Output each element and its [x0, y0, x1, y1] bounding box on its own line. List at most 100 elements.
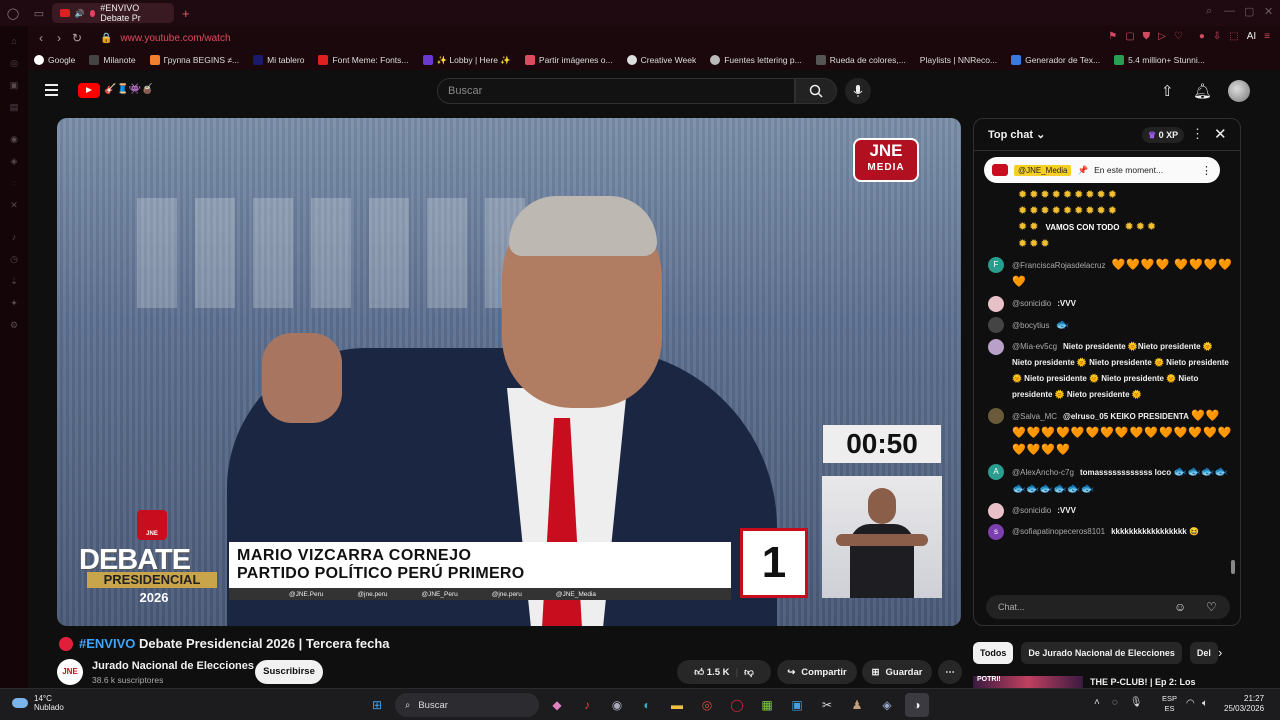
- url-field[interactable]: 🔒 www.youtube.com/watch: [100, 33, 231, 44]
- chat-author[interactable]: @Mia-ev5cg: [1012, 342, 1057, 351]
- language-indicator[interactable]: ESP ES: [1162, 694, 1177, 714]
- chat-author[interactable]: @sonicidio: [1012, 506, 1051, 515]
- game-icon[interactable]: ♟: [845, 693, 869, 717]
- copilot-icon[interactable]: ◆: [545, 693, 569, 717]
- emoji-picker-icon[interactable]: ☺: [1174, 600, 1186, 614]
- chat-message[interactable]: @Mia-ev5cg Nieto presidente 🌞Nieto presid…: [988, 339, 1234, 403]
- sidebar-ai-icon[interactable]: ◎: [0, 52, 28, 74]
- chat-message[interactable]: @sonicidio:VVV: [988, 503, 1234, 519]
- windows-start-icon[interactable]: ⊞: [365, 693, 389, 717]
- video-player[interactable]: JNE MEDIA 00:50 JNE DEBATE PRESIDENCIAL 2…: [57, 118, 961, 626]
- spreadsheet-icon[interactable]: ▦: [755, 693, 779, 717]
- xp-badge[interactable]: ♛ 0 XP: [1142, 127, 1185, 143]
- taskbar-search[interactable]: ⌕ Buscar: [395, 693, 539, 717]
- sidebar-discord-icon[interactable]: ◈: [0, 150, 28, 172]
- heart-icon[interactable]: ♡: [1174, 31, 1183, 42]
- chrome-icon[interactable]: ◎: [695, 693, 719, 717]
- chat-message[interactable]: @Salva_MC @elruso_05 KEIKO PRESIDENTA 🧡🧡🧡…: [988, 408, 1234, 459]
- opera-icon[interactable]: ◯: [725, 693, 749, 717]
- youtube-doodle[interactable]: 🎸🧵👾🧉: [104, 84, 154, 95]
- shield-icon[interactable]: ⛊: [1143, 31, 1151, 42]
- chat-author[interactable]: @bocytius: [1012, 321, 1049, 330]
- sidebar-history-icon[interactable]: ◷: [0, 248, 28, 270]
- photos-icon[interactable]: ▣: [785, 693, 809, 717]
- chip-related[interactable]: Del: [1189, 642, 1218, 664]
- chat-message[interactable]: s @sofiapatinopeceros8101 kkkkkkkkkkkkkkk…: [988, 524, 1234, 540]
- bookmark-item[interactable]: Playlists | NNReco...: [920, 55, 997, 65]
- chat-author[interactable]: @sonicidio: [1012, 299, 1051, 308]
- sidebar-downloads-icon[interactable]: ⇣: [0, 270, 28, 292]
- maximize-icon[interactable]: ▢: [1244, 5, 1254, 18]
- profile-icon[interactable]: ●: [1199, 31, 1205, 42]
- chat-author[interactable]: @Salva_MC: [1012, 412, 1057, 421]
- wifi-icon[interactable]: ◠: [1186, 698, 1195, 709]
- sidebar-music-icon[interactable]: ♪: [0, 226, 28, 248]
- tray-app-icon[interactable]: ◌: [1112, 697, 1118, 708]
- chip-channel[interactable]: De Jurado Nacional de Elecciones: [1021, 642, 1182, 664]
- workspaces-icon[interactable]: ▭: [26, 0, 52, 26]
- file-explorer-icon[interactable]: ▬: [665, 693, 689, 717]
- bookmark-icon[interactable]: ⚑: [1108, 31, 1117, 42]
- chat-mode-dropdown[interactable]: Top chat ⌄: [988, 128, 1045, 141]
- snapshot-icon[interactable]: ▢: [1125, 31, 1134, 42]
- menu-icon[interactable]: ≡: [1264, 31, 1270, 42]
- save-button[interactable]: ⊞ Guardar: [862, 660, 932, 684]
- play-icon[interactable]: ▷: [1158, 31, 1166, 42]
- capcut-icon[interactable]: ✂: [815, 693, 839, 717]
- pinned-more-icon[interactable]: ⋮: [1201, 164, 1212, 177]
- chat-author[interactable]: @sofiapatinopeceros8101: [1012, 527, 1105, 536]
- microphone-tray-icon[interactable]: 🎙︎: [1130, 697, 1143, 708]
- ai-label[interactable]: AI: [1247, 31, 1256, 42]
- subscribe-button[interactable]: Suscribirse: [255, 660, 323, 684]
- bookmark-item[interactable]: ✨ Lobby | Here ✨: [422, 55, 511, 66]
- tray-expand-icon[interactable]: ˄: [1094, 697, 1100, 708]
- forward-icon[interactable]: ›: [50, 31, 68, 45]
- bookmark-item[interactable]: Rueda de colores,...: [815, 55, 906, 65]
- weather-widget[interactable]: 14°C Nublado: [12, 694, 64, 712]
- chat-message[interactable]: @bocytius 🐟: [988, 317, 1234, 334]
- chat-scrollbar[interactable]: [1230, 154, 1236, 574]
- opera-menu-icon[interactable]: ◯: [0, 0, 26, 26]
- bookmark-item[interactable]: 5.4 million+ Stunni...: [1114, 55, 1205, 65]
- voice-search-button[interactable]: [845, 78, 871, 104]
- share-button[interactable]: ↪ Compartir: [777, 660, 857, 684]
- volume-icon[interactable]: 🔈︎: [1202, 698, 1208, 709]
- minimize-icon[interactable]: —: [1224, 5, 1235, 17]
- search-tabs-icon[interactable]: ⌕: [1206, 5, 1212, 18]
- channel-avatar[interactable]: JNE: [57, 659, 83, 685]
- chat-message[interactable]: A @AlexAncho-c7g tomassssssssssss loco 🐟🐟…: [988, 464, 1234, 498]
- chat-author[interactable]: @AlexAncho-c7g: [1012, 468, 1074, 477]
- bookmark-item[interactable]: Fuentes lettering p...: [710, 55, 802, 65]
- chat-author[interactable]: @FranciscaRojasdelacruz: [1012, 261, 1106, 270]
- sidebar-instagram-icon[interactable]: ◌: [0, 172, 28, 194]
- sidebar-messenger-icon[interactable]: ▣: [0, 74, 28, 96]
- chat-more-icon[interactable]: ⋮: [1191, 126, 1204, 142]
- bookmark-item[interactable]: Partir imágenes o...: [524, 55, 613, 65]
- chat-message[interactable]: @sonicidio:VVV: [988, 296, 1234, 312]
- sidebar-x-icon[interactable]: ✕: [0, 194, 28, 216]
- app-icon[interactable]: ♪: [575, 693, 599, 717]
- heart-reaction-icon[interactable]: ♡: [1206, 600, 1217, 614]
- opera-gx-icon[interactable]: ◑: [905, 693, 929, 717]
- chat-message[interactable]: F @FranciscaRojasdelacruz 🧡🧡🧡🧡 🧡🧡🧡🧡🧡: [988, 257, 1234, 291]
- youtube-logo[interactable]: [78, 83, 100, 98]
- search-input[interactable]: [438, 79, 794, 103]
- video-hashtag[interactable]: #ENVIVO: [79, 636, 135, 651]
- upload-icon[interactable]: ⇧: [1161, 82, 1174, 100]
- back-icon[interactable]: ‹: [32, 31, 50, 45]
- edge-icon[interactable]: ◐: [635, 693, 659, 717]
- bookmark-item[interactable]: Группа BEGINS ≠...: [149, 55, 239, 65]
- sidebar-settings-icon[interactable]: ⚙: [0, 314, 28, 336]
- new-tab-icon[interactable]: +: [182, 6, 190, 21]
- recommended-title[interactable]: THE P-CLUB! | Ep 2: Los: [1090, 677, 1196, 687]
- sidebar-home-icon[interactable]: ⌂: [0, 30, 28, 52]
- user-avatar[interactable]: [1228, 80, 1250, 102]
- bookmark-item[interactable]: Generador de Tex...: [1011, 55, 1100, 65]
- search-button[interactable]: [795, 78, 837, 104]
- sidebar-extensions-icon[interactable]: ✦: [0, 292, 28, 314]
- extensions-icon[interactable]: ⬚: [1229, 31, 1238, 42]
- chat-input[interactable]: Chat... ☺ ♡: [986, 595, 1230, 619]
- close-window-icon[interactable]: ✕: [1264, 5, 1273, 18]
- recommended-thumbnail[interactable]: POTRI!: [973, 676, 1083, 688]
- steam-icon[interactable]: ◈: [875, 693, 899, 717]
